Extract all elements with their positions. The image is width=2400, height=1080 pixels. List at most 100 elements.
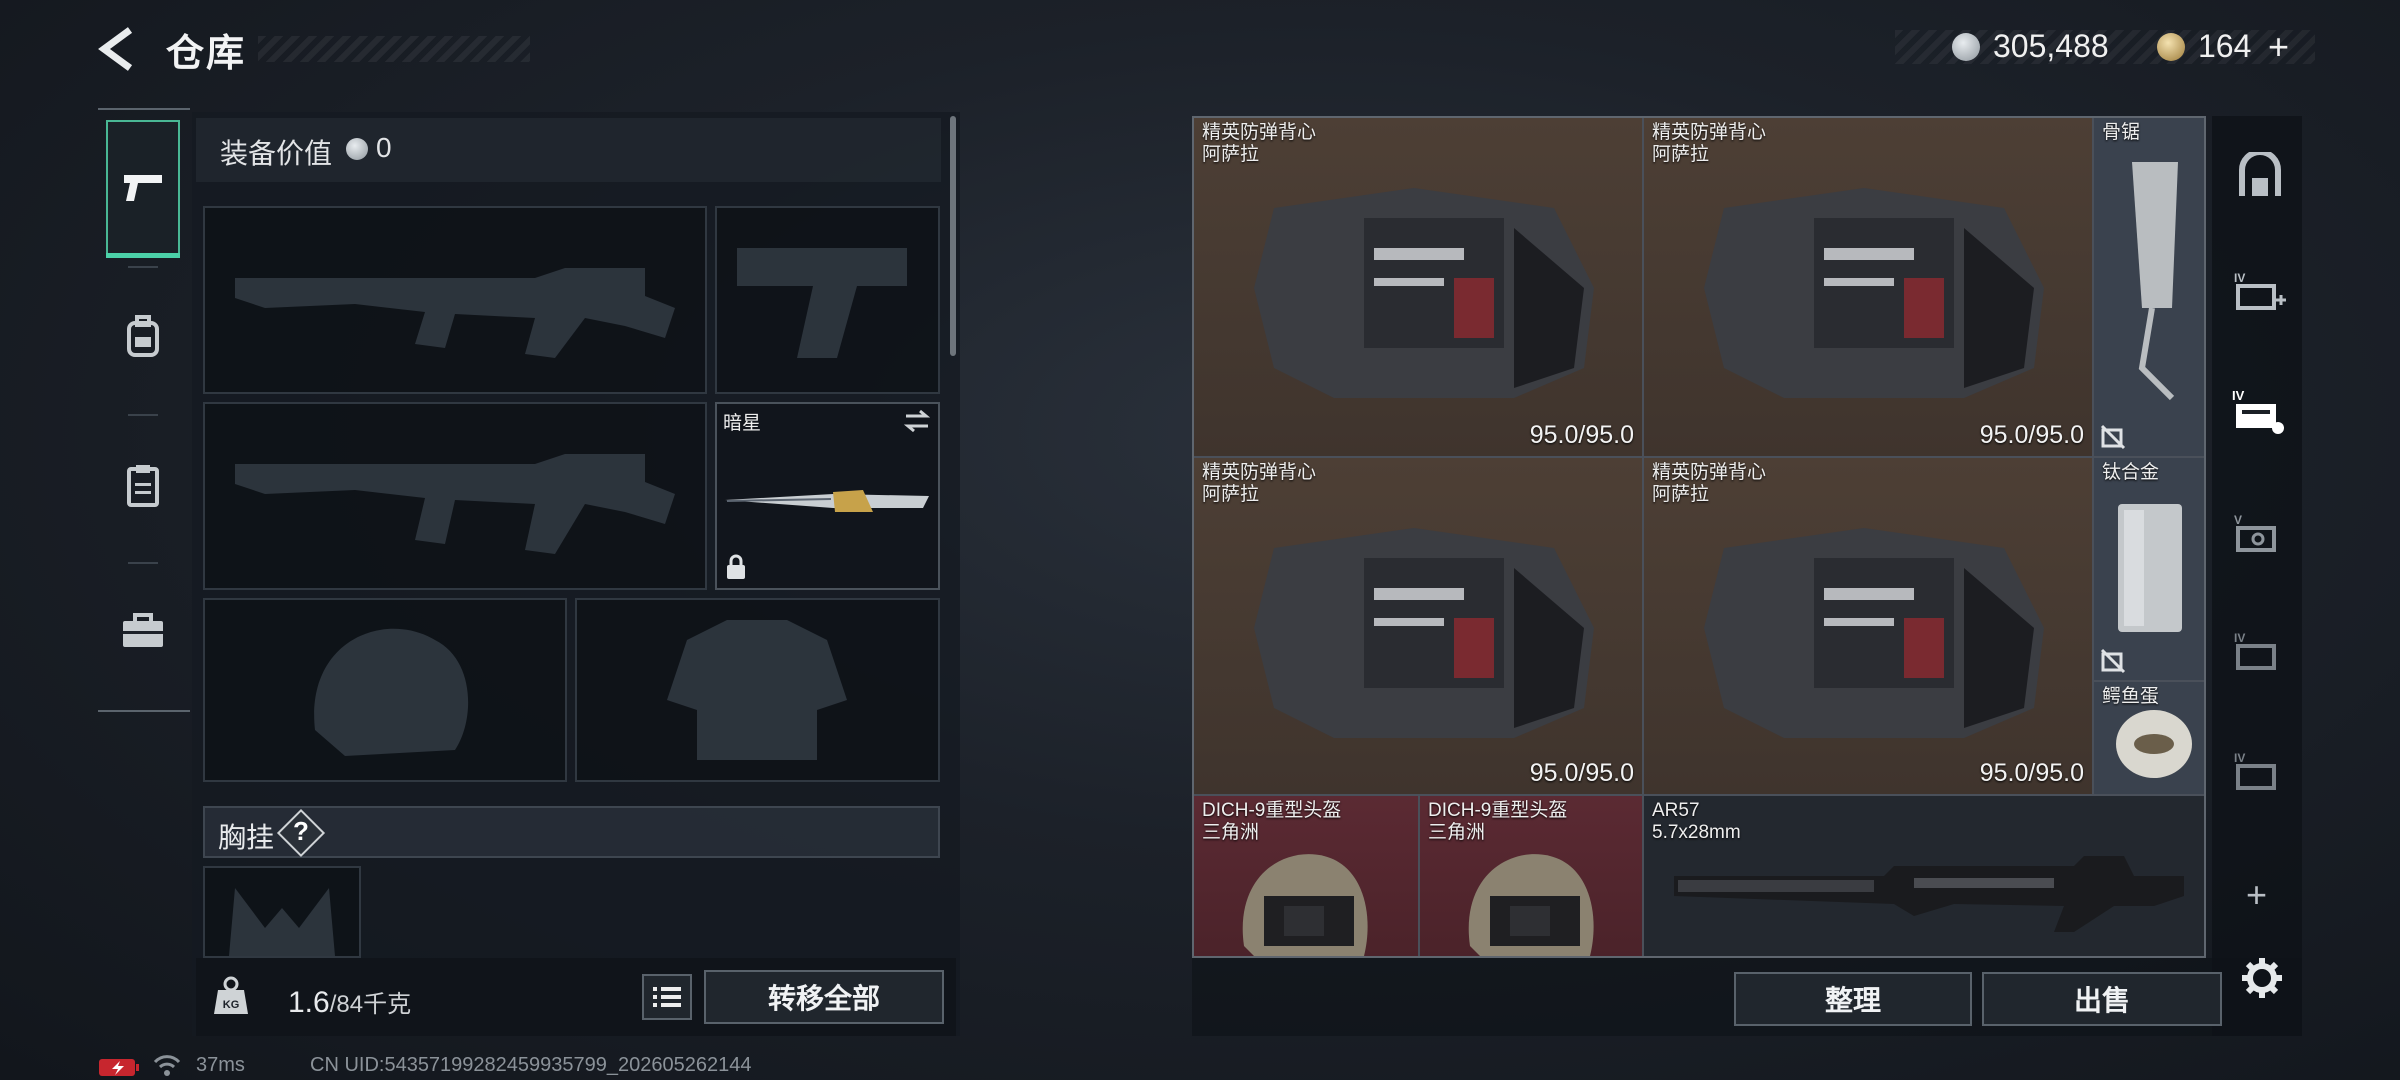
melee-name: 暗星	[723, 413, 762, 434]
chest-rig-label: 胸挂	[218, 822, 275, 853]
tab-weapons[interactable]	[106, 120, 180, 258]
item-durability: 95.0/95.0	[1979, 421, 2084, 449]
vest-icon	[1254, 188, 1594, 398]
transfer-all-button[interactable]: 转移全部	[704, 970, 944, 1024]
back-arrow-icon[interactable]	[96, 26, 142, 72]
toolbox-icon	[123, 613, 163, 647]
weight-icon: KG	[214, 976, 248, 1014]
sell-button[interactable]: 出售	[1982, 972, 2222, 1026]
item-durability: 95.0/95.0	[1979, 759, 2084, 787]
clipboard-icon	[127, 465, 159, 507]
item-sub: 阿萨拉	[1652, 144, 1710, 165]
stash-item-crocodile-egg[interactable]: 鳄鱼蛋	[2094, 682, 2204, 794]
armor-silhouette-icon	[667, 620, 847, 760]
knife-icon	[725, 490, 929, 512]
titanium-plate-icon	[2118, 504, 2182, 632]
help-icon-glyph: ?	[293, 816, 309, 846]
container-iv-icon[interactable]: IV	[2234, 630, 2286, 674]
tab-clipboard[interactable]	[106, 416, 180, 554]
helmet-silhouette-icon	[314, 628, 469, 756]
item-name: 精英防弹背心	[1202, 122, 1317, 143]
item-name: AR57	[1652, 800, 1700, 821]
weight-max: /84千克	[329, 991, 412, 1018]
backpack-icon	[127, 315, 159, 357]
lock-icon	[727, 554, 745, 579]
item-sub: 阿萨拉	[1202, 484, 1260, 505]
no-insure-icon	[2100, 424, 2126, 450]
sidearm-slot[interactable]	[715, 206, 940, 394]
item-name: 骨锯	[2102, 122, 2141, 143]
item-sub: 阿萨拉	[1652, 484, 1710, 505]
page-title: 仓库	[166, 33, 247, 75]
add-container-button[interactable]: +	[2246, 874, 2267, 916]
vest-icon	[1704, 528, 2044, 738]
battery-charging-icon	[99, 1059, 139, 1076]
settings-gear-icon[interactable]	[2240, 956, 2284, 1000]
helmet-icon	[1242, 854, 1368, 956]
container-v-search-icon[interactable]: V	[2234, 512, 2286, 556]
item-durability: 95.0/95.0	[1529, 421, 1634, 449]
equipment-value-label: 装备价值	[220, 138, 333, 169]
primary-weapon-slot[interactable]	[203, 206, 707, 394]
egg-icon	[2116, 710, 2192, 778]
item-name: 精英防弹背心	[1202, 462, 1317, 483]
stash-item-vest[interactable]: 精英防弹背心 阿萨拉 95.0/95.0	[1194, 458, 1642, 794]
svg-text:V: V	[2234, 513, 2242, 527]
tab-backpack[interactable]	[106, 268, 180, 406]
stash-item-helmet[interactable]: DICH-9重型头盔 三角洲	[1194, 796, 1418, 956]
pistol-icon	[124, 175, 162, 201]
svg-text:IV: IV	[2232, 388, 2245, 403]
stash-container-icon[interactable]	[2236, 152, 2284, 200]
helmet-icon	[1468, 854, 1594, 956]
wifi-icon	[153, 1055, 181, 1076]
rifle-icon	[1674, 856, 2184, 932]
list-view-button[interactable]	[642, 974, 692, 1020]
item-name: DICH-9重型头盔	[1202, 800, 1342, 821]
tab-toolbox[interactable]	[106, 562, 180, 700]
melee-slot[interactable]: 暗星	[715, 402, 940, 590]
rifle-silhouette-icon	[235, 268, 675, 358]
stash-item-bone-saw[interactable]: 骨锯	[2094, 118, 2204, 456]
chest-rig-slot[interactable]	[203, 866, 361, 958]
weight-current: 1.6	[288, 986, 330, 1019]
stash-item-helmet[interactable]: DICH-9重型头盔 三角洲	[1420, 796, 1642, 956]
armor-slot[interactable]	[575, 598, 940, 782]
left-scrollbar[interactable]	[950, 116, 956, 356]
no-insure-icon	[2100, 648, 2126, 674]
stash-item-vest[interactable]: 精英防弹背心 阿萨拉 95.0/95.0	[1644, 118, 2092, 456]
item-name: 精英防弹背心	[1652, 462, 1767, 483]
svg-text:IV: IV	[2234, 271, 2245, 285]
item-name: DICH-9重型头盔	[1428, 800, 1568, 821]
equipment-value: 0	[376, 132, 392, 163]
container-iv-add-icon[interactable]: IV	[2234, 270, 2286, 314]
svg-text:KG: KG	[223, 999, 240, 1011]
container-iv-icon[interactable]: IV	[2234, 750, 2286, 794]
container-iv-active-icon[interactable]: IV	[2232, 388, 2288, 436]
stash-item-vest[interactable]: 精英防弹背心 阿萨拉 95.0/95.0	[1644, 458, 2092, 794]
sort-button[interactable]: 整理	[1734, 972, 1972, 1026]
weight-readout: 1.6/84千克	[288, 984, 411, 1020]
stash-item-titanium[interactable]: 钛合金	[2094, 458, 2204, 680]
swap-icon[interactable]	[902, 408, 932, 434]
item-name: 钛合金	[2102, 462, 2160, 483]
vest-icon	[1704, 188, 2044, 398]
title-stripe	[258, 36, 530, 62]
uid-readout: CN UID:5435719928245993579​9_20260526214…	[310, 1054, 752, 1076]
pistol-silhouette-icon	[737, 248, 907, 358]
coin-amount: 305,488	[1993, 28, 2109, 64]
vest-icon	[1254, 528, 1594, 738]
stash-item-ar57[interactable]: AR57 5.7x28mm	[1644, 796, 2204, 956]
item-name: 精英防弹背心	[1652, 122, 1767, 143]
helmet-slot[interactable]	[203, 598, 567, 782]
ping-readout: 37ms	[196, 1054, 245, 1076]
chest-rig-silhouette-icon	[229, 888, 335, 956]
token-amount: 164	[2198, 28, 2252, 64]
bone-saw-icon	[2132, 162, 2178, 401]
stash-grid: 精英防弹背心 阿萨拉 95.0/95.0 精英防弹背心 阿萨拉 95.0/95.0 …	[1192, 116, 2206, 958]
list-icon	[653, 987, 681, 1007]
svg-text:IV: IV	[2234, 751, 2245, 765]
secondary-weapon-slot[interactable]	[203, 402, 707, 590]
item-durability: 95.0/95.0	[1529, 759, 1634, 787]
stash-item-vest[interactable]: 精英防弹背心 阿萨拉 95.0/95.0	[1194, 118, 1642, 456]
add-token-button[interactable]: +	[2268, 26, 2289, 68]
